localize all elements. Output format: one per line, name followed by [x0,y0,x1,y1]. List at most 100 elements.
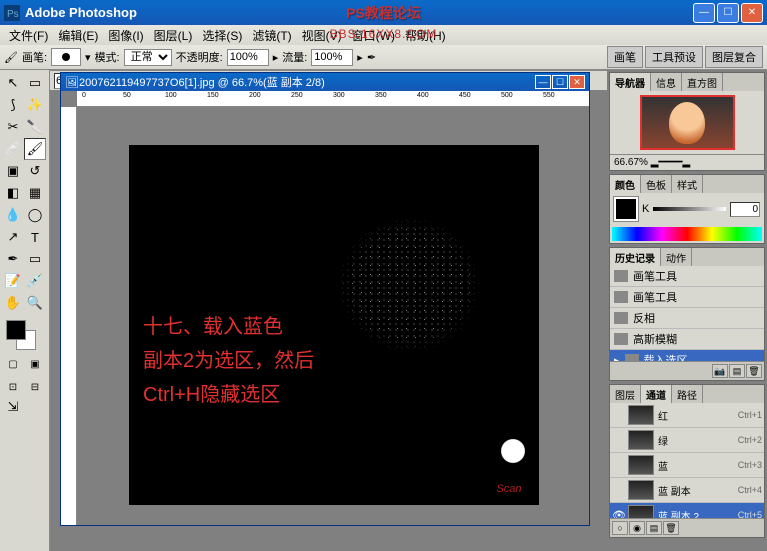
workspace: 🖼 200762119497737O6[1].jpg @ 66.7%(蓝 副本 … [50,70,607,551]
crop-tool[interactable]: ✂ [2,116,24,138]
color-slider[interactable] [653,207,726,211]
wand-tool[interactable]: ✨ [24,94,46,116]
doc-minimize-button[interactable]: — [535,75,551,89]
tab-actions[interactable]: 动作 [661,248,692,266]
svg-text:Ps: Ps [7,9,19,20]
history-item[interactable]: 画笔工具 [610,287,764,308]
color-ramp[interactable] [612,227,762,241]
history-brush-tool[interactable]: ↺ [24,160,46,182]
stamp-tool[interactable]: ▣ [2,160,24,182]
well-tab-comps[interactable]: 图层复合 [705,46,763,68]
delete-history-button[interactable]: 🗑 [746,364,762,378]
shape-tool[interactable]: ▭ [24,248,46,270]
color-value-input[interactable] [730,202,760,217]
slice-tool[interactable]: 🔪 [24,116,46,138]
lasso-tool[interactable]: ⟆ [2,94,24,116]
menu-select[interactable]: 选择(S) [197,25,247,46]
window-minimize-button[interactable]: — [693,3,715,23]
color-swatches[interactable] [2,320,47,350]
type-tool[interactable]: T [24,226,46,248]
menu-layer[interactable]: 图层(L) [149,25,198,46]
doc-maximize-button[interactable]: ☐ [552,75,568,89]
screen-mode-1[interactable]: ⊡ [2,378,24,396]
path-tool[interactable]: ↗ [2,226,24,248]
color-swatch[interactable] [614,197,638,221]
channel-row[interactable]: 绿Ctrl+2 [610,428,764,453]
tab-layers[interactable]: 图层 [610,385,641,403]
brush-preview[interactable] [51,48,81,66]
airbrush-icon[interactable]: ✒ [367,51,376,64]
notes-tool[interactable]: 📝 [2,270,24,292]
blur-tool[interactable]: 💧 [2,204,24,226]
history-item[interactable]: ▸载入选区 [610,350,764,361]
window-maximize-button[interactable]: ☐ [717,3,739,23]
move-tool[interactable]: ↖ [2,72,24,94]
app-icon: Ps [4,5,20,21]
history-item[interactable]: 高斯模糊 [610,329,764,350]
save-selection-button[interactable]: ◉ [629,521,645,535]
document-icon: 🖼 [65,76,79,89]
gradient-tool[interactable]: ▦ [24,182,46,204]
tab-paths[interactable]: 路径 [672,385,703,403]
menu-image[interactable]: 图像(I) [103,25,148,46]
tab-channels[interactable]: 通道 [641,385,672,403]
channel-row[interactable]: 👁蓝 副本 2Ctrl+5 [610,503,764,518]
load-selection-button[interactable]: ○ [612,521,628,535]
dodge-tool[interactable]: ◯ [24,204,46,226]
canvas[interactable]: 十七、载入蓝色 副本2为选区，然后 Ctrl+H隐藏选区 Scan [129,145,539,505]
tab-info[interactable]: 信息 [651,73,682,91]
visibility-icon[interactable]: 👁 [612,509,624,519]
well-tab-brushes[interactable]: 画笔 [607,46,643,68]
history-item[interactable]: 反相 [610,308,764,329]
quickmask-standard[interactable]: ▢ [2,355,24,373]
new-channel-button[interactable]: ▤ [646,521,662,535]
new-snapshot-button[interactable]: 📷 [712,364,728,378]
brush-tool[interactable]: 🖌 [24,138,46,160]
tab-history[interactable]: 历史记录 [610,248,661,266]
channel-thumb [628,505,654,518]
channel-row[interactable]: 红Ctrl+1 [610,403,764,428]
screen-mode-2[interactable]: ⊟ [24,378,46,396]
brush-tool-icon: 🖌 [4,51,18,64]
nav-zoom[interactable]: 66.67% [614,157,648,168]
opacity-label: 不透明度: [176,49,223,65]
heal-tool[interactable]: 🩹 [2,138,24,160]
eyedropper-tool[interactable]: 💉 [24,270,46,292]
quickmask-mode[interactable]: ▣ [24,355,46,373]
doc-close-button[interactable]: ✕ [569,75,585,89]
menu-file[interactable]: 文件(F) [4,25,53,46]
channel-row[interactable]: 蓝Ctrl+3 [610,453,764,478]
channel-row[interactable]: 蓝 副本Ctrl+4 [610,478,764,503]
menu-filter[interactable]: 滤镜(T) [247,25,296,46]
pen-tool[interactable]: ✒ [2,248,24,270]
history-item[interactable]: 画笔工具 [610,266,764,287]
blend-mode-select[interactable]: 正常 [124,49,172,66]
flow-input[interactable] [311,49,353,66]
eraser-tool[interactable]: ◧ [2,182,24,204]
zoom-tool[interactable]: 🔍 [24,292,46,314]
navigator-thumb[interactable] [640,95,735,150]
tab-histogram[interactable]: 直方图 [682,73,723,91]
document-titlebar[interactable]: 🖼 200762119497737O6[1].jpg @ 66.7%(蓝 副本 … [61,73,589,91]
hand-tool[interactable]: ✋ [2,292,24,314]
brush-label: 画笔: [22,49,47,65]
history-list[interactable]: 画笔工具 画笔工具 反相 高斯模糊 ▸载入选区 [610,266,764,361]
menu-edit[interactable]: 编辑(E) [53,25,103,46]
tab-swatches[interactable]: 色板 [641,175,672,193]
channel-thumb [628,405,654,425]
marquee-tool[interactable]: ▭ [24,72,46,94]
tab-color[interactable]: 颜色 [610,175,641,193]
color-panel: 颜色 色板 样式 K [609,174,765,244]
jump-to-iw[interactable]: ⇲ [2,396,24,418]
canvas-area[interactable]: 十七、载入蓝色 副本2为选区，然后 Ctrl+H隐藏选区 Scan [77,107,589,525]
panel-well: 画笔 工具预设 图层复合 [607,46,763,68]
delete-channel-button[interactable]: 🗑 [663,521,679,535]
well-tab-presets[interactable]: 工具预设 [645,46,703,68]
tab-navigator[interactable]: 导航器 [610,73,651,91]
window-close-button[interactable]: ✕ [741,3,763,23]
tab-styles[interactable]: 样式 [672,175,703,193]
new-doc-button[interactable]: ▤ [729,364,745,378]
channel-list[interactable]: 红Ctrl+1 绿Ctrl+2 蓝Ctrl+3 蓝 副本Ctrl+4 👁蓝 副本… [610,403,764,518]
opacity-input[interactable] [227,49,269,66]
foreground-color[interactable] [6,320,26,340]
